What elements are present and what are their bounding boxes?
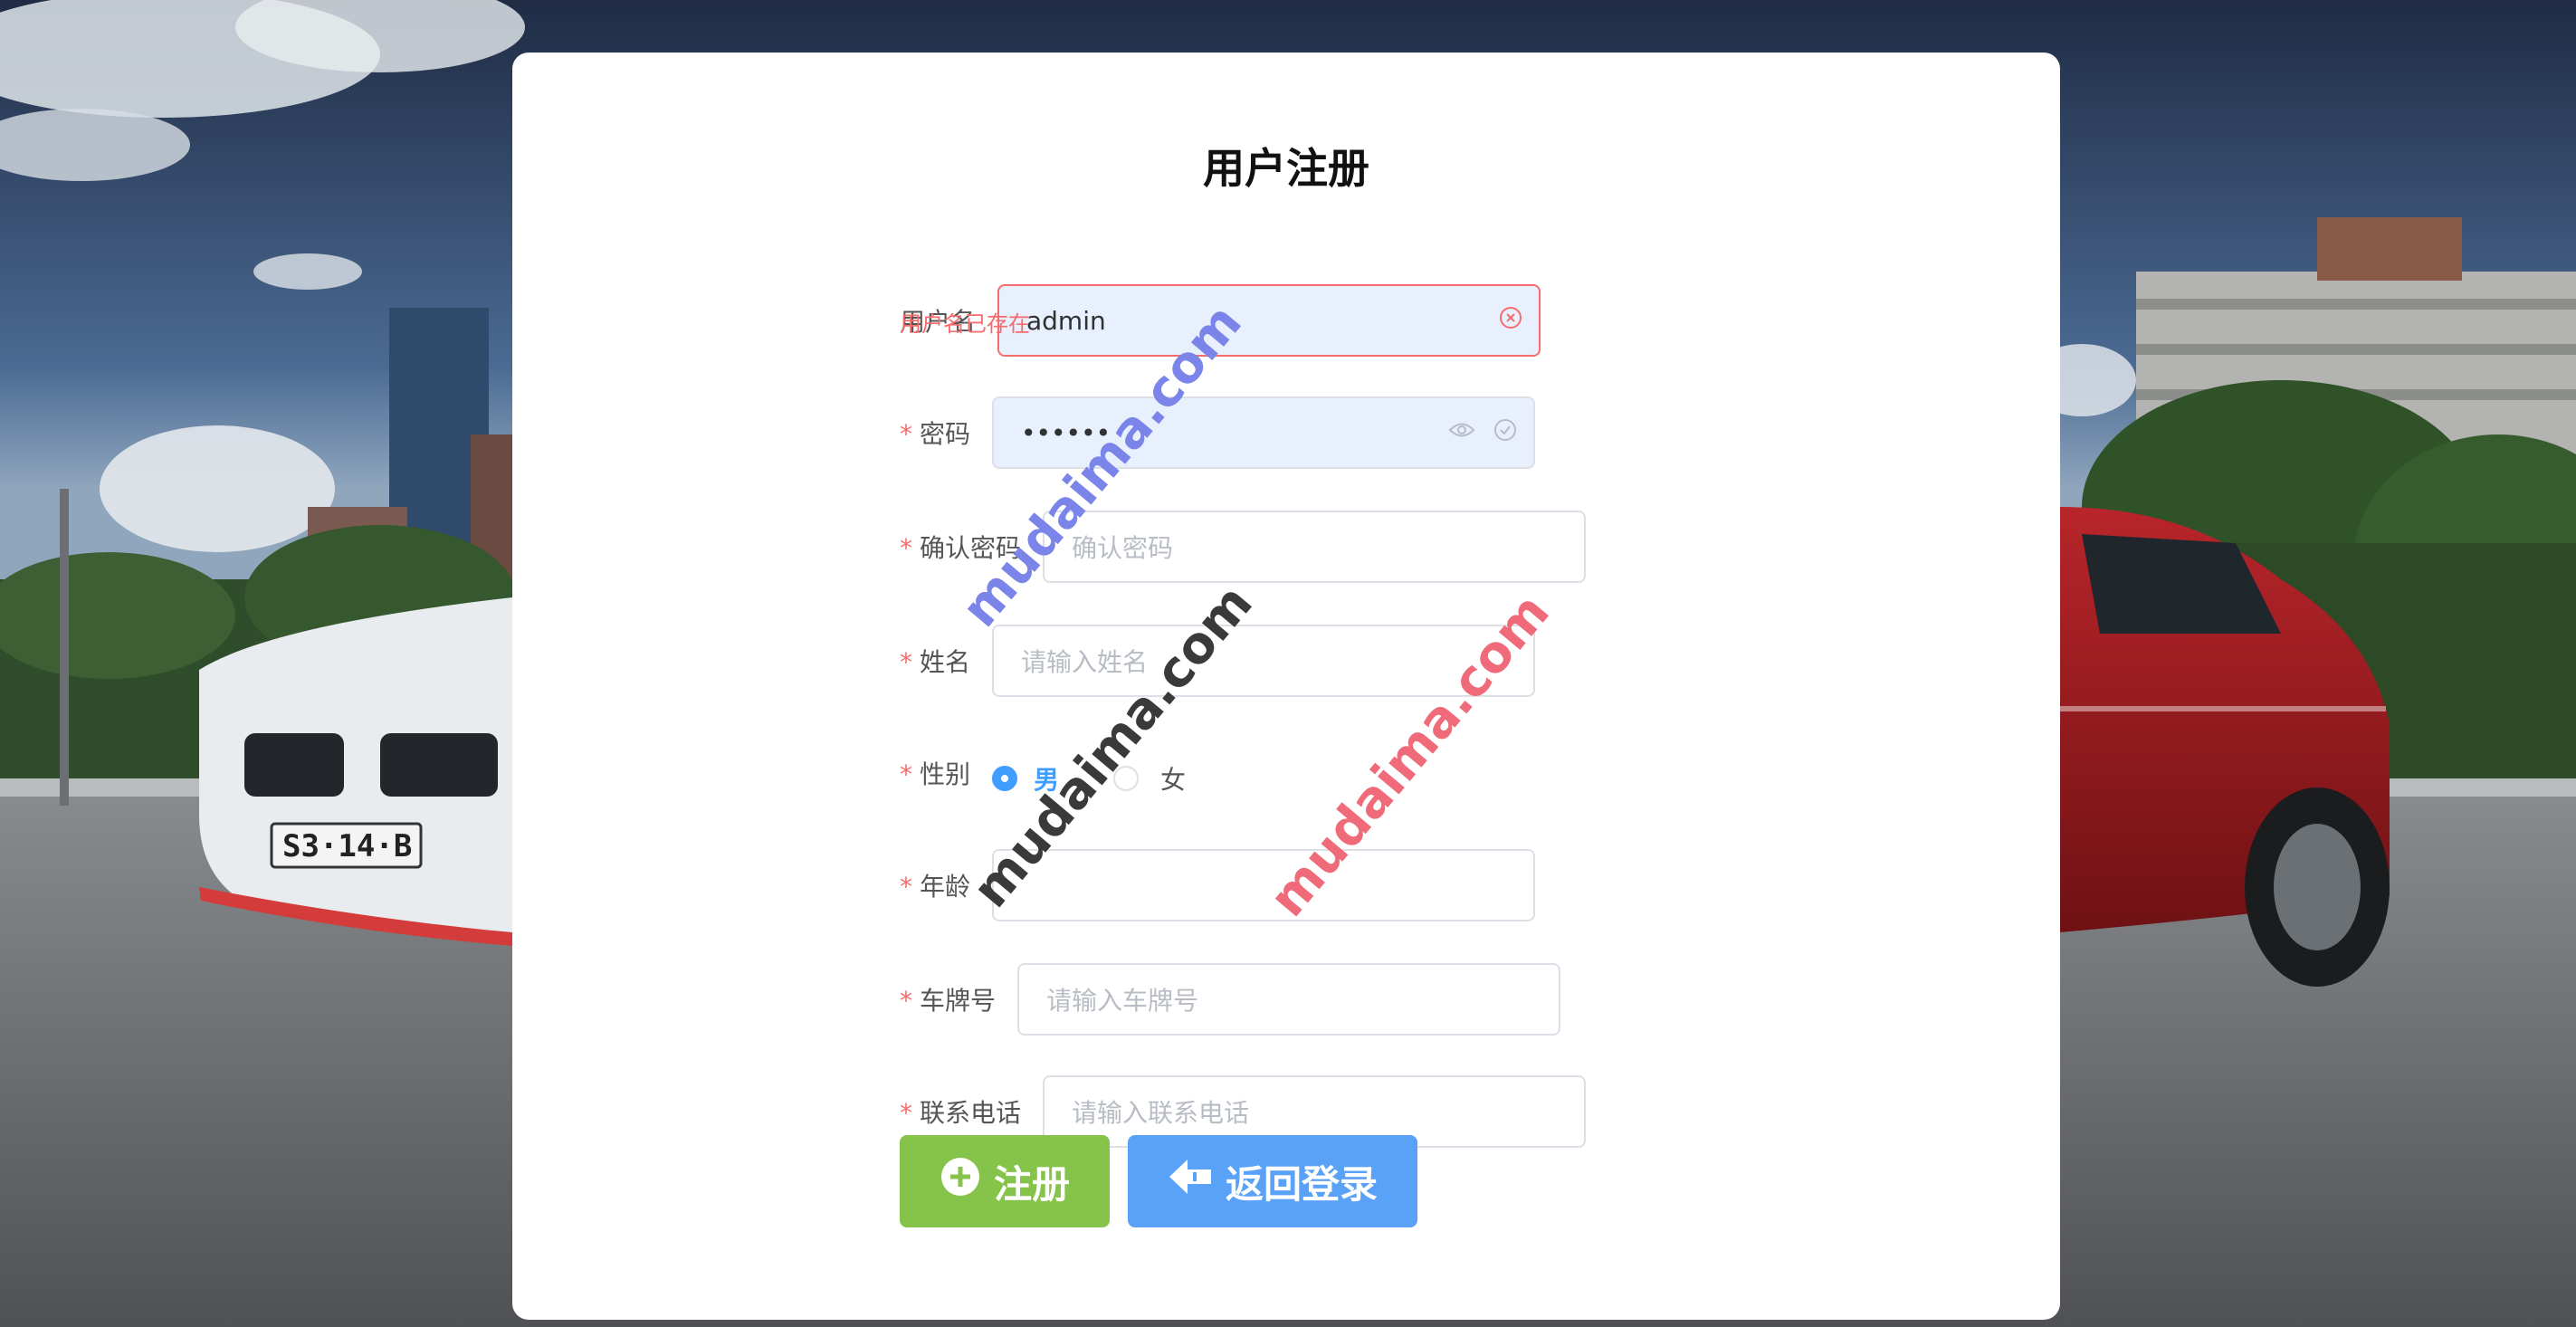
circle-check-icon xyxy=(1493,418,1517,448)
register-card: 用户注册 用户名 admin 用户名已存在 * 密码 •••••• * 确认密码 确 xyxy=(512,53,2060,1320)
confirm-password-input[interactable]: 确认密码 xyxy=(1043,511,1586,583)
required-star: * xyxy=(900,647,912,677)
name-label: 姓名 xyxy=(920,647,971,677)
register-button[interactable]: 注册 xyxy=(900,1135,1110,1227)
required-star: * xyxy=(900,986,912,1016)
radio-selected-icon[interactable] xyxy=(992,766,1017,791)
required-star: * xyxy=(900,1098,912,1128)
required-star: * xyxy=(900,759,912,789)
age-row: * 年龄 xyxy=(900,849,970,921)
name-row: * 姓名 xyxy=(900,625,970,697)
username-error: 用户名已存在 xyxy=(900,311,1030,337)
username-value: admin xyxy=(1026,305,1106,336)
required-star: * xyxy=(900,872,912,902)
name-placeholder: 请输入姓名 xyxy=(1021,647,1149,677)
phone-placeholder: 请输入联系电话 xyxy=(1072,1098,1250,1128)
gender-row: * 性别 xyxy=(900,737,970,809)
gender-label: 性别 xyxy=(920,759,971,789)
register-button-label: 注册 xyxy=(993,1161,1070,1207)
plate-label: 车牌号 xyxy=(920,986,997,1016)
confirm-password-placeholder: 确认密码 xyxy=(1072,533,1174,563)
gender-option-female[interactable]: 女 xyxy=(1160,760,1186,797)
password-row: * 密码 xyxy=(900,396,970,469)
back-login-button[interactable]: 返回登录 xyxy=(1128,1135,1417,1227)
circle-plus-icon xyxy=(940,1156,981,1207)
plate-input[interactable]: 请输入车牌号 xyxy=(1017,963,1560,1036)
password-label: 密码 xyxy=(920,419,971,449)
plate-row: * 车牌号 xyxy=(900,963,996,1036)
required-star: * xyxy=(900,419,912,449)
required-star: * xyxy=(900,533,912,563)
age-label: 年龄 xyxy=(920,872,971,902)
username-input[interactable]: admin xyxy=(997,284,1541,357)
svg-text:S3·14·B: S3·14·B xyxy=(282,828,412,864)
circle-close-icon[interactable] xyxy=(1499,306,1522,336)
eye-icon[interactable] xyxy=(1448,418,1475,448)
back-arrow-icon xyxy=(1168,1158,1213,1205)
phone-label: 联系电话 xyxy=(920,1098,1022,1128)
plate-placeholder: 请输入车牌号 xyxy=(1046,986,1199,1016)
back-login-button-label: 返回登录 xyxy=(1225,1161,1378,1207)
page-title: 用户注册 xyxy=(1203,144,1369,193)
